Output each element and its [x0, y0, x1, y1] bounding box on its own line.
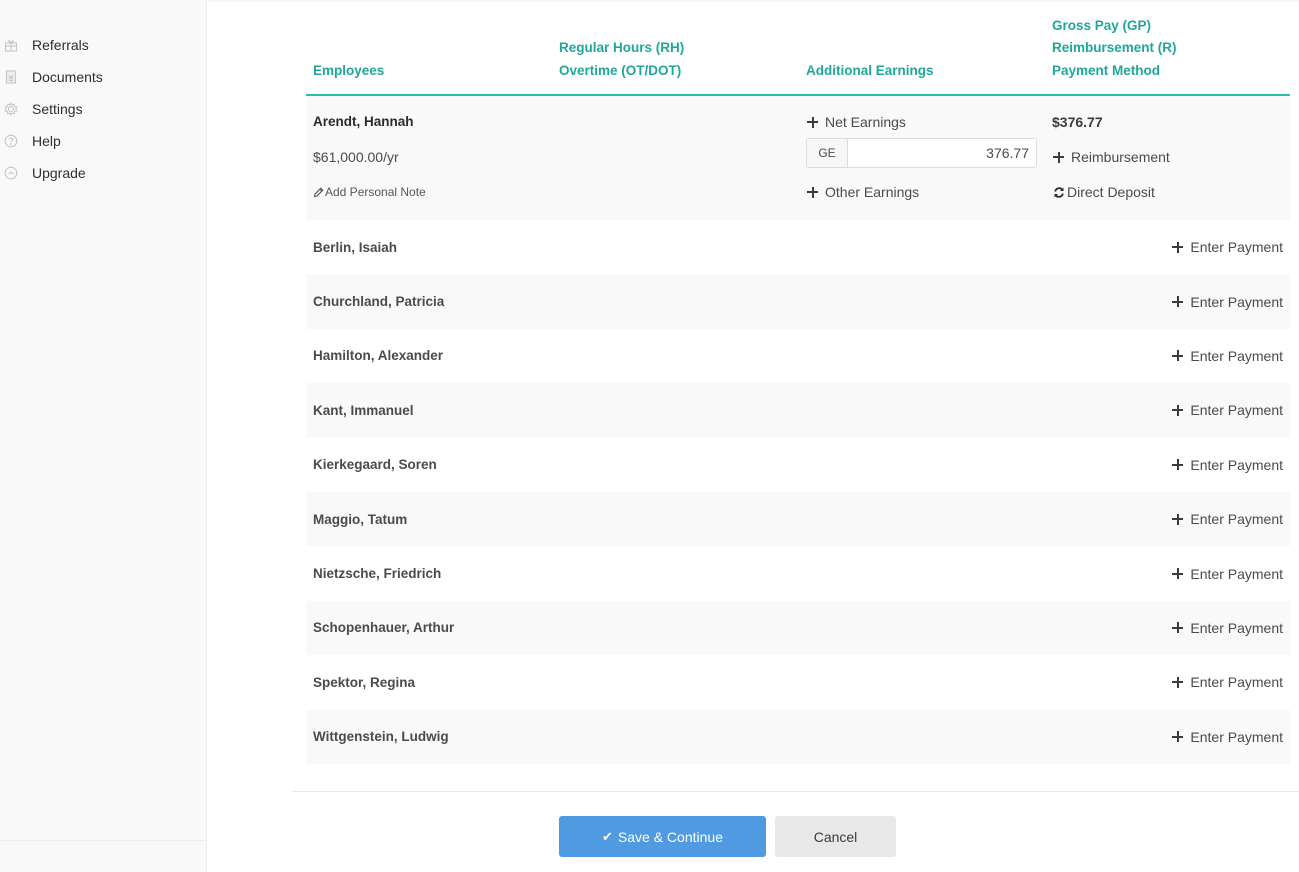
table-row-expanded: Arendt, Hannah $61,000.00/yr Add Persona…: [306, 96, 1290, 220]
enter-payment-button[interactable]: Enter Payment: [1172, 402, 1283, 418]
document-icon: [4, 70, 18, 84]
table-row: Maggio, Tatum Enter Payment: [306, 491, 1290, 547]
enter-payment-button[interactable]: Enter Payment: [1172, 239, 1283, 255]
net-earnings-label: Net Earnings: [825, 114, 906, 130]
header-employees: Employees: [313, 62, 385, 78]
employee-name[interactable]: Arendt, Hannah: [313, 114, 414, 129]
sidebar-item-label: Documents: [32, 69, 103, 85]
plus-icon: [1172, 513, 1184, 525]
gross-earnings-input-group: GE: [806, 138, 1037, 168]
sidebar-divider: [0, 840, 206, 841]
save-continue-button[interactable]: ✔ Save & Continue: [559, 816, 766, 857]
payment-method-label: Direct Deposit: [1067, 184, 1155, 200]
gift-icon: [4, 38, 18, 52]
ge-addon: GE: [807, 139, 848, 167]
gross-pay-value: $376.77: [1052, 114, 1103, 130]
table-row: Spektor, Regina Enter Payment: [306, 655, 1290, 709]
enter-payment-button[interactable]: Enter Payment: [1172, 620, 1283, 636]
plus-icon: [1172, 296, 1184, 308]
sidebar-nav: Referrals Documents Settings Help Upgrad…: [0, 29, 206, 189]
enter-payment-button[interactable]: Enter Payment: [1172, 511, 1283, 527]
table-header: Employees Regular Hours (RH) Overtime (O…: [306, 0, 1290, 96]
table-row: Wittgenstein, Ludwig Enter Payment: [306, 709, 1290, 764]
sidebar-item-upgrade[interactable]: Upgrade: [0, 157, 206, 189]
employee-salary: $61,000.00/yr: [313, 149, 399, 165]
refresh-icon: [1054, 186, 1064, 198]
add-net-earnings-link[interactable]: Net Earnings: [807, 114, 906, 130]
plus-icon: [1172, 459, 1184, 471]
enter-payment-button[interactable]: Enter Payment: [1172, 457, 1283, 473]
add-personal-note-label: Add Personal Note: [325, 185, 426, 199]
employee-name[interactable]: Wittgenstein, Ludwig: [313, 729, 449, 744]
add-reimbursement-link[interactable]: Reimbursement: [1053, 149, 1170, 165]
employee-name[interactable]: Churchland, Patricia: [313, 294, 444, 309]
sidebar-item-referrals[interactable]: Referrals: [0, 29, 206, 61]
reimbursement-label: Reimbursement: [1071, 149, 1170, 165]
employee-name[interactable]: Maggio, Tatum: [313, 512, 407, 527]
plus-icon: [1172, 622, 1184, 634]
table-row: Churchland, Patricia Enter Payment: [306, 274, 1290, 329]
sidebar-item-label: Help: [32, 133, 61, 149]
table-row: Hamilton, Alexander Enter Payment: [306, 329, 1290, 383]
enter-payment-button[interactable]: Enter Payment: [1172, 674, 1283, 690]
enter-payment-button[interactable]: Enter Payment: [1172, 566, 1283, 582]
payroll-table: Employees Regular Hours (RH) Overtime (O…: [306, 0, 1290, 764]
gear-icon: [4, 102, 18, 116]
employee-name[interactable]: Spektor, Regina: [313, 675, 415, 690]
checkmark-icon: ✔: [602, 828, 613, 844]
sidebar-item-label: Upgrade: [32, 165, 86, 181]
employee-name[interactable]: Kant, Immanuel: [313, 403, 414, 418]
add-personal-note-link[interactable]: Add Personal Note: [313, 185, 426, 199]
sidebar: Referrals Documents Settings Help Upgrad…: [0, 0, 207, 872]
table-row: Kierkegaard, Soren Enter Payment: [306, 438, 1290, 492]
employee-name[interactable]: Nietzsche, Friedrich: [313, 566, 441, 581]
enter-payment-button[interactable]: Enter Payment: [1172, 294, 1283, 310]
plus-icon: [1172, 568, 1184, 580]
table-row: Kant, Immanuel Enter Payment: [306, 383, 1290, 438]
enter-payment-button[interactable]: Enter Payment: [1172, 348, 1283, 364]
add-other-earnings-link[interactable]: Other Earnings: [807, 184, 919, 200]
sidebar-item-label: Referrals: [32, 37, 89, 53]
plus-icon: [807, 116, 818, 128]
header-pay: Gross Pay (GP) Reimbursement (R) Payment…: [1052, 17, 1177, 78]
gross-earnings-input[interactable]: [848, 139, 1036, 167]
save-continue-label: Save & Continue: [617, 828, 723, 845]
employee-name[interactable]: Berlin, Isaiah: [313, 240, 397, 255]
upgrade-circle-icon: [4, 166, 18, 180]
pencil-icon: [313, 186, 324, 197]
plus-icon: [1172, 404, 1184, 416]
plus-icon: [1172, 676, 1184, 688]
table-row: Nietzsche, Friedrich Enter Payment: [306, 546, 1290, 600]
employee-name[interactable]: Hamilton, Alexander: [313, 348, 443, 363]
cancel-button[interactable]: Cancel: [775, 816, 896, 857]
payment-method-toggle[interactable]: Direct Deposit: [1053, 184, 1155, 200]
plus-icon: [807, 186, 818, 198]
help-circle-icon: [4, 134, 18, 148]
header-additional-earnings: Additional Earnings: [806, 62, 934, 78]
header-hours: Regular Hours (RH) Overtime (OT/DOT): [559, 40, 685, 78]
plus-icon: [1172, 241, 1184, 253]
table-row: Berlin, Isaiah Enter Payment: [306, 220, 1290, 274]
sidebar-item-documents[interactable]: Documents: [0, 61, 206, 93]
table-row: Schopenhauer, Arthur Enter Payment: [306, 600, 1290, 656]
plus-icon: [1172, 731, 1184, 743]
enter-payment-button[interactable]: Enter Payment: [1172, 729, 1283, 745]
plus-icon: [1053, 151, 1064, 163]
other-earnings-label: Other Earnings: [825, 184, 920, 200]
employee-name[interactable]: Schopenhauer, Arthur: [313, 620, 454, 635]
sidebar-item-settings[interactable]: Settings: [0, 93, 206, 125]
sidebar-item-help[interactable]: Help: [0, 125, 206, 157]
plus-icon: [1172, 350, 1184, 362]
sidebar-item-label: Settings: [32, 101, 83, 117]
employee-name[interactable]: Kierkegaard, Soren: [313, 457, 437, 472]
footer-divider: [292, 791, 1299, 792]
